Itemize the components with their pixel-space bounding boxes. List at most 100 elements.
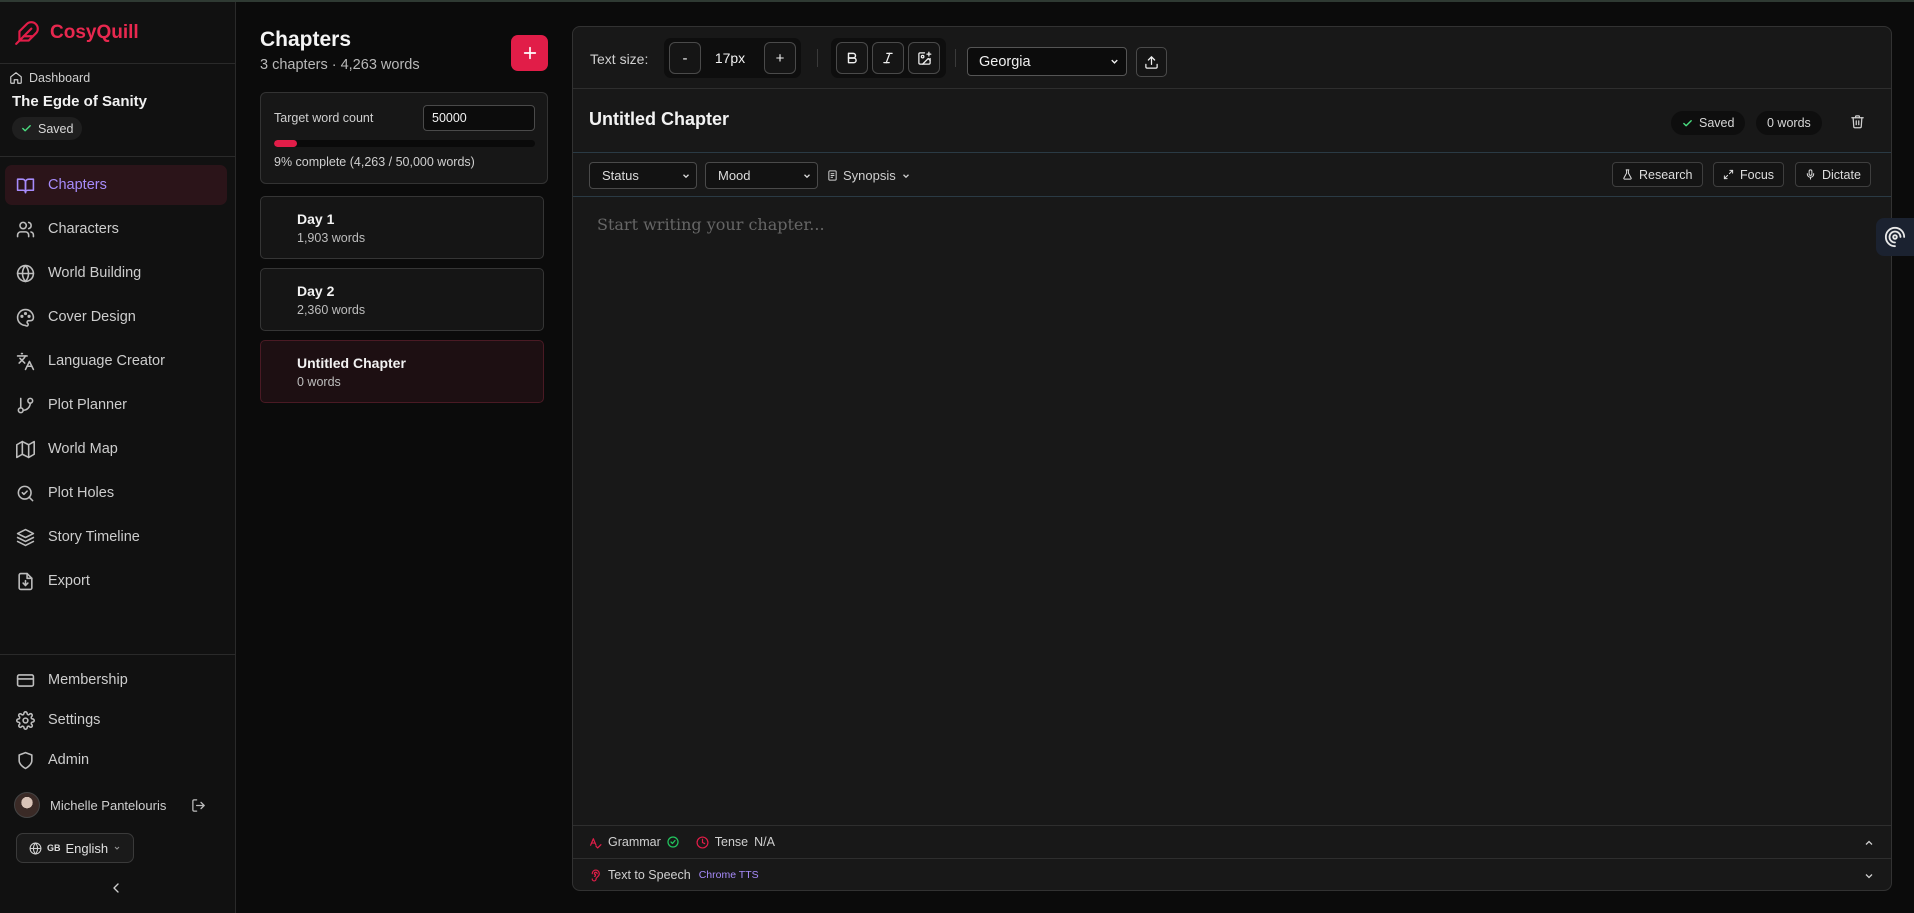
grammar-bar[interactable]: Grammar Tense N/A [573,825,1891,858]
status-select[interactable]: Status [589,162,697,189]
dictate-button[interactable]: Dictate [1795,162,1871,187]
nav-label: Story Timeline [48,529,140,545]
language-label: English [65,840,109,856]
avatar [14,792,40,818]
nav-item-export[interactable]: Export [5,561,227,601]
focus-label: Focus [1740,167,1775,182]
chapter-title[interactable]: Untitled Chapter [589,109,729,130]
search-check-icon [16,484,35,503]
chevron-down-icon [681,171,691,181]
target-word-count-input[interactable] [423,105,535,131]
git-branch-icon [16,396,35,415]
dashboard-link[interactable]: Dashboard [9,71,90,85]
nav-item-world-building[interactable]: World Building [5,253,227,293]
nav-item-plot-holes[interactable]: Plot Holes [5,473,227,513]
chapter-card[interactable]: Day 2 2,360 words [260,268,544,331]
nav-item-language-creator[interactable]: Language Creator [5,341,227,381]
maximize-icon [1723,169,1734,180]
chapter-name: Untitled Chapter [297,355,406,371]
decrease-size-button[interactable]: - [669,42,701,74]
nav-label: Plot Planner [48,397,127,413]
tts-engine-badge: Chrome TTS [698,869,759,881]
increase-size-button[interactable]: + [764,42,796,74]
microphone-icon [1805,169,1816,180]
nav-item-world-map[interactable]: World Map [5,429,227,469]
chapters-panel: Chapters 3 chapters · 4,263 words Target… [260,2,550,913]
format-group [831,38,946,78]
nav-label: Export [48,573,90,589]
user-profile[interactable]: Michelle Pantelouris [14,792,214,818]
divider [0,63,236,64]
nav-item-cover-design[interactable]: Cover Design [5,297,227,337]
chapter-text-area[interactable]: Start writing your chapter... [597,215,825,234]
delete-chapter-icon[interactable] [1850,114,1865,129]
tts-label: Text to Speech [608,868,691,882]
assistant-widget-button[interactable] [1876,218,1914,256]
status-placeholder: Status [602,168,639,183]
saved-label: Saved [38,121,74,136]
languages-icon [16,352,35,371]
nav-item-chapters[interactable]: Chapters [5,165,227,205]
nav-label: Chapters [48,177,107,193]
nav-item-admin[interactable]: Admin [5,742,227,778]
logout-icon[interactable] [191,798,206,813]
chapters-summary: 3 chapters · 4,263 words [260,57,420,73]
shield-icon [16,751,35,770]
font-family-select[interactable]: Georgia [967,47,1127,76]
word-count-badge: 0 words [1756,111,1822,135]
divider [955,49,956,67]
mood-select[interactable]: Mood [705,162,818,189]
word-progress-fill [274,140,298,147]
tense-status: Tense N/A [696,835,775,849]
file-text-icon [827,170,838,181]
focus-button[interactable]: Focus [1713,162,1785,187]
text-size-control: - 17px + [664,38,801,78]
check-circle-icon [667,836,679,848]
brand[interactable]: CosyQuill [14,20,139,46]
chapter-card[interactable]: Day 1 1,903 words [260,196,544,259]
divider [817,49,818,67]
synopsis-toggle[interactable]: Synopsis [827,168,911,183]
grammar-status: Grammar [589,835,679,849]
check-icon [21,123,32,134]
palette-icon [16,308,35,327]
editor-toolbar: Text size: - 17px + Georgia [573,27,1891,89]
nav-label: Language Creator [48,353,165,369]
italic-button[interactable] [872,42,904,74]
chevron-down-icon [113,844,121,852]
nav-label: Cover Design [48,309,136,325]
add-chapter-button[interactable] [511,35,548,71]
collapse-sidebar-icon[interactable] [108,880,124,896]
nav-item-settings[interactable]: Settings [5,702,227,738]
speaker-icon [589,868,602,882]
nav-item-plot-planner[interactable]: Plot Planner [5,385,227,425]
chapter-meta-row: Status Mood Synopsis Research Focus Dict… [573,153,1891,197]
chevron-down-icon[interactable] [1863,870,1875,882]
nav-label: Admin [48,752,90,768]
saved-label: Saved [1699,116,1735,130]
nav-label: Plot Holes [48,485,115,501]
text-size-value: 17px [714,50,746,66]
nav-item-story-timeline[interactable]: Story Timeline [5,517,227,557]
nav-label: Settings [48,712,101,728]
target-word-count-label: Target word count [274,111,374,125]
research-button[interactable]: Research [1612,162,1703,187]
bold-icon [845,51,859,65]
language-selector[interactable]: GB English [16,833,135,863]
export-button[interactable] [1136,47,1167,77]
plus-icon [522,45,538,61]
tense-label: Tense [714,835,749,849]
nav-item-characters[interactable]: Characters [5,209,227,249]
nav-label: Membership [48,672,128,688]
bold-button[interactable] [836,42,868,74]
chevron-down-icon [901,171,911,181]
text-to-speech-bar[interactable]: Text to Speech Chrome TTS [573,858,1891,890]
chapter-card-active[interactable]: Untitled Chapter 0 words [260,340,544,403]
gear-icon [16,710,35,730]
book-open-icon [16,176,35,195]
insert-image-button[interactable] [908,42,940,74]
globe-icon [16,264,35,283]
chevron-up-icon[interactable] [1863,837,1875,849]
nav-item-membership[interactable]: Membership [5,662,227,698]
project-title: The Egde of Sanity [12,93,148,110]
